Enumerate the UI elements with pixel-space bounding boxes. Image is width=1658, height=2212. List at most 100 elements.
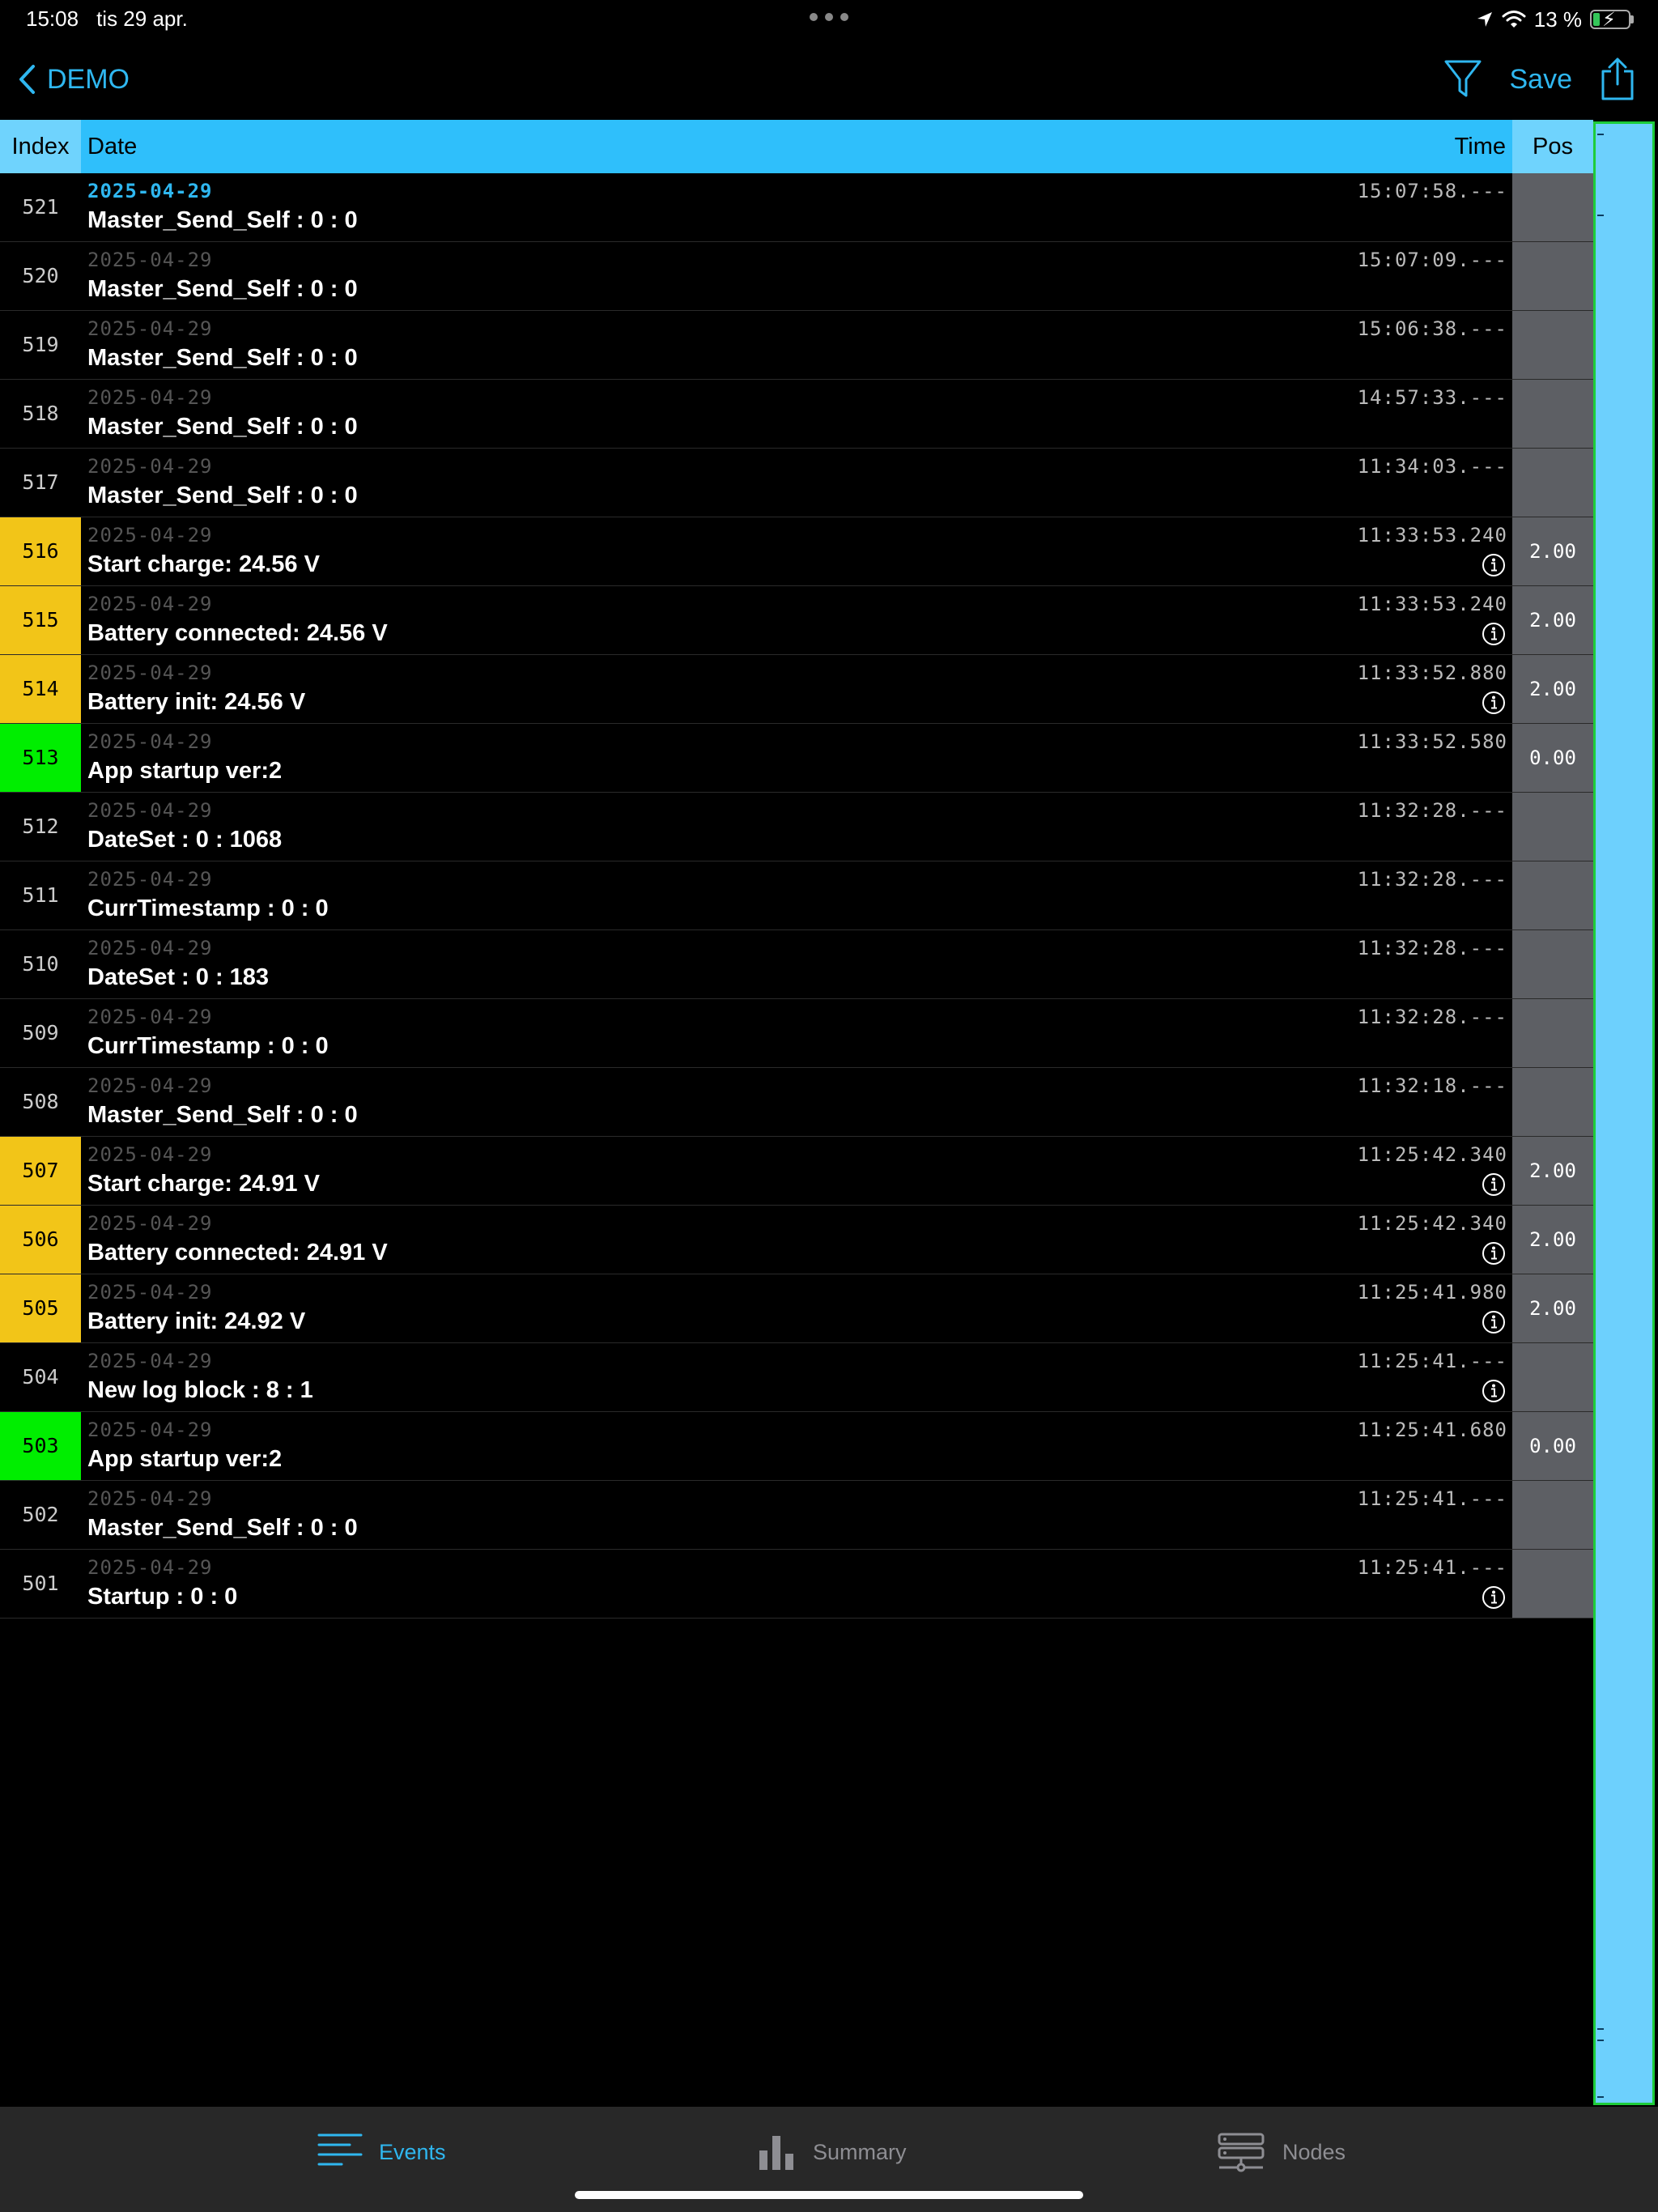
row-index: 516: [0, 517, 81, 585]
row-pos: 2.00: [1512, 517, 1593, 585]
row-time: 15:07:09.---: [1357, 249, 1507, 271]
back-button[interactable]: DEMO: [18, 57, 130, 102]
timeline-scroll-strip[interactable]: [1593, 121, 1655, 2105]
row-index: 521: [22, 195, 59, 219]
table-row[interactable]: 513 2025-04-29 App startup ver:2 11:33:52.5…: [0, 724, 1593, 793]
home-indicator[interactable]: [575, 2191, 1083, 2199]
strip-marker: [1597, 134, 1604, 135]
multitasking-dots-icon[interactable]: [810, 8, 848, 24]
row-pos: [1512, 793, 1593, 861]
table-row[interactable]: 521 2025-04-29 Master_Send_Self : 0 : 0 15:…: [0, 173, 1593, 242]
row-time: 11:25:41.980: [1357, 1281, 1507, 1304]
row-event-text: Start charge: 24.91 V: [87, 1171, 320, 1197]
row-index: 513: [0, 724, 81, 792]
table-row[interactable]: 507 2025-04-29 Start charge: 24.91 V 11:25:…: [0, 1137, 1593, 1206]
row-time: 11:32:28.---: [1357, 937, 1507, 959]
row-event-text: DateSet : 0 : 1068: [87, 827, 283, 853]
tab-nodes[interactable]: Nodes: [1216, 2128, 1346, 2176]
table-row[interactable]: 502 2025-04-29 Master_Send_Self : 0 : 0 11:…: [0, 1481, 1593, 1550]
row-pos: [1512, 1343, 1593, 1411]
header-time[interactable]: Time: [1455, 120, 1506, 173]
row-time: 11:25:41.---: [1357, 1487, 1507, 1510]
tab-events[interactable]: Events: [317, 2128, 446, 2176]
table-row[interactable]: 516 2025-04-29 Start charge: 24.56 V 11:33:…: [0, 517, 1593, 586]
row-event-text: Master_Send_Self : 0 : 0: [87, 276, 358, 302]
row-event-text: Master_Send_Self : 0 : 0: [87, 207, 358, 233]
table-row[interactable]: 517 2025-04-29 Master_Send_Self : 0 : 0 11:…: [0, 449, 1593, 517]
info-icon[interactable]: [1482, 691, 1506, 715]
info-icon[interactable]: [1482, 1172, 1506, 1197]
row-event-text: Battery init: 24.56 V: [87, 689, 306, 715]
chevron-left-icon: [19, 65, 35, 94]
row-event-text: Master_Send_Self : 0 : 0: [87, 345, 358, 371]
row-pos: [1512, 380, 1593, 448]
table-row[interactable]: 512 2025-04-29 DateSet : 0 : 1068 11:32:28.…: [0, 793, 1593, 861]
table-row[interactable]: 514 2025-04-29 Battery init: 24.56 V 11:33:…: [0, 655, 1593, 724]
row-event-text: Start charge: 24.56 V: [87, 551, 320, 577]
strip-marker: [1597, 215, 1604, 216]
table-row[interactable]: 503 2025-04-29 App startup ver:2 11:25:41.6…: [0, 1412, 1593, 1481]
row-pos: [1512, 1068, 1593, 1136]
header-index[interactable]: Index: [0, 120, 81, 173]
row-event-text: CurrTimestamp : 0 : 0: [87, 1033, 329, 1059]
network-icon: [1218, 2133, 1265, 2172]
row-event-text: Master_Send_Self : 0 : 0: [87, 483, 358, 508]
info-icon[interactable]: [1482, 1310, 1506, 1334]
row-time: 11:25:41.---: [1357, 1350, 1507, 1372]
info-icon[interactable]: [1482, 1585, 1506, 1610]
row-event-text: App startup ver:2: [87, 1446, 283, 1472]
battery-icon: ⚡: [1590, 9, 1630, 31]
row-event-text: Battery init: 24.92 V: [87, 1308, 306, 1334]
save-button[interactable]: Save: [1510, 64, 1573, 96]
header-pos[interactable]: Pos: [1512, 120, 1593, 173]
table-row[interactable]: 509 2025-04-29 CurrTimestamp : 0 : 0 11:32:…: [0, 999, 1593, 1068]
table-row[interactable]: 511 2025-04-29 CurrTimestamp : 0 : 0 11:32:…: [0, 861, 1593, 930]
row-time: 11:33:53.240: [1357, 593, 1507, 615]
table-row[interactable]: 505 2025-04-29 Battery init: 24.92 V 11:25:…: [0, 1274, 1593, 1343]
info-icon[interactable]: [1482, 553, 1506, 577]
table-row[interactable]: 520 2025-04-29 Master_Send_Self : 0 : 0 15:…: [0, 242, 1593, 311]
info-icon[interactable]: [1482, 1379, 1506, 1403]
header-date[interactable]: Date: [87, 120, 137, 173]
strip-marker: [1597, 2040, 1604, 2041]
row-time: 11:34:03.---: [1357, 455, 1507, 478]
row-time: 11:33:53.240: [1357, 524, 1507, 547]
row-date: 2025-04-29: [87, 386, 213, 409]
row-event-text: CurrTimestamp : 0 : 0: [87, 895, 329, 921]
row-date: 2025-04-29: [87, 249, 213, 271]
filter-icon[interactable]: [1443, 58, 1482, 100]
table-row[interactable]: 504 2025-04-29 New log block : 8 : 1 11:25:…: [0, 1343, 1593, 1412]
row-time: 11:32:18.---: [1357, 1074, 1507, 1097]
table-row[interactable]: 508 2025-04-29 Master_Send_Self : 0 : 0 11:…: [0, 1068, 1593, 1137]
info-icon[interactable]: [1482, 622, 1506, 646]
table-row[interactable]: 506 2025-04-29 Battery connected: 24.91 V 1…: [0, 1206, 1593, 1274]
row-index: 515: [0, 586, 81, 654]
list-icon: [317, 2133, 363, 2166]
navigation-bar: DEMO Save: [0, 39, 1658, 120]
table-row[interactable]: 501 2025-04-29 Startup : 0 : 0 11:25:41.---: [0, 1550, 1593, 1619]
row-pos: [1512, 449, 1593, 517]
share-icon[interactable]: [1600, 57, 1635, 102]
tab-summary[interactable]: Summary: [758, 2128, 907, 2176]
battery-cap: [1630, 15, 1634, 23]
row-date: 2025-04-29: [87, 317, 213, 340]
wifi-icon: [1502, 11, 1526, 28]
row-pos: [1512, 242, 1593, 310]
table-row[interactable]: 515 2025-04-29 Battery connected: 24.56 V 1…: [0, 586, 1593, 655]
row-index: 502: [22, 1503, 59, 1526]
info-icon[interactable]: [1482, 1241, 1506, 1266]
table-row[interactable]: 518 2025-04-29 Master_Send_Self : 0 : 0 14:…: [0, 380, 1593, 449]
row-date: 2025-04-29: [87, 937, 213, 959]
date-text: tis 29 apr.: [96, 6, 188, 31]
row-event-text: Battery connected: 24.56 V: [87, 620, 388, 646]
row-pos: [1512, 930, 1593, 998]
table-row[interactable]: 519 2025-04-29 Master_Send_Self : 0 : 0 15:…: [0, 311, 1593, 380]
row-time: 11:33:52.880: [1357, 661, 1507, 684]
status-bar: 15:08 tis 29 apr. 13 % ⚡: [0, 0, 1658, 39]
row-date: 2025-04-29: [87, 1143, 213, 1166]
row-pos: 0.00: [1512, 1412, 1593, 1480]
row-index: 517: [22, 470, 59, 494]
table-row[interactable]: 510 2025-04-29 DateSet : 0 : 183 11:32:28.-…: [0, 930, 1593, 999]
row-event-text: New log block : 8 : 1: [87, 1377, 313, 1403]
row-pos: 2.00: [1512, 1206, 1593, 1274]
